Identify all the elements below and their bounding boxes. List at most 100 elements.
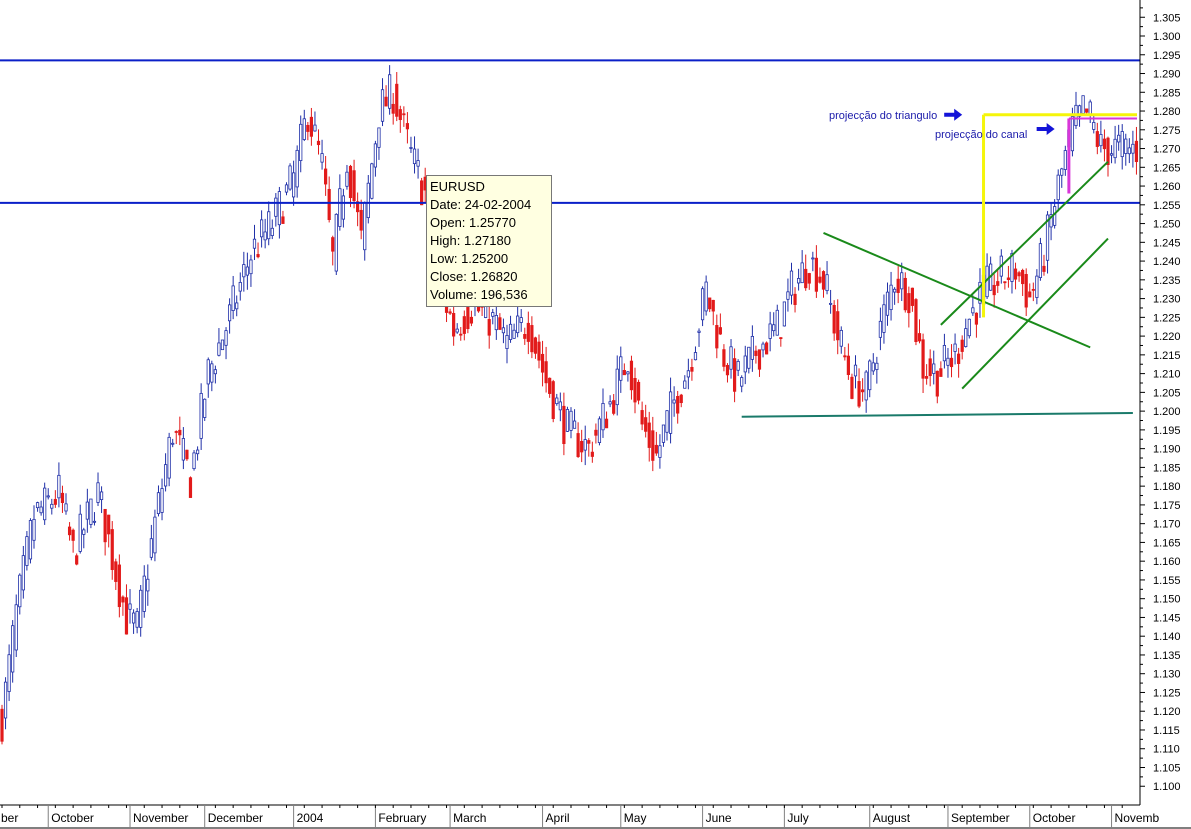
candle-body [871,362,875,372]
candle-body [213,369,217,375]
candle-body [807,273,811,284]
y-tick-label: 1.165 [1153,537,1181,549]
candle-body [256,254,260,258]
candle-body [313,124,317,132]
candle-body [626,371,630,375]
y-tick-label: 1.280 [1153,106,1181,118]
candle-body [174,431,178,433]
candle-body [1109,153,1114,156]
candle-body [775,309,779,336]
candle-body [615,368,619,406]
candle-body [227,304,232,322]
candle-body [555,397,559,405]
candle-body [612,400,616,414]
candle-body [661,424,666,443]
candle-body [195,449,200,455]
candle-body [608,401,612,405]
trend-line [823,232,1091,349]
candle-body [1113,138,1117,159]
candle-body [736,360,740,371]
candle-body [416,160,420,167]
candle-body [295,149,299,188]
candle-body [818,276,822,283]
candle-body [377,127,381,148]
candle-body [939,368,943,377]
candle-body [672,399,676,404]
candle-body [953,343,957,352]
price-chart[interactable]: projecção do triangulo projecção do canal… [0,0,1191,829]
x-tick-label: ber [1,811,18,825]
candle-body [46,495,50,498]
candle-body [757,349,762,370]
candle-body [1106,137,1110,165]
candle-body [348,165,353,199]
candle-body [1006,277,1011,281]
candle-body [772,324,776,332]
candle-body [523,334,527,339]
candle-body [1124,138,1128,154]
candle-body [590,451,594,457]
candle-body [1070,116,1075,152]
candle-body [1127,147,1131,155]
y-tick-label: 1.190 [1153,444,1181,456]
y-tick-label: 1.130 [1153,669,1181,681]
tooltip-symbol: EURUSD [430,179,485,194]
x-tick-label: August [873,811,911,825]
candle-body [594,429,598,436]
candle-body [516,315,520,334]
candle-body [629,360,634,391]
candle-body [903,277,907,311]
candle-body [864,371,868,401]
candle-body [647,422,651,448]
candle-body [156,492,161,515]
x-tick-label: September [951,811,1010,825]
candle-body [537,341,541,361]
candle-body [764,342,769,355]
candle-body [92,520,97,523]
candle-body [224,330,228,346]
candle-body [324,168,328,185]
candle-body [711,299,715,312]
y-tick-label: 1.260 [1153,181,1181,193]
candle-body [110,529,114,570]
candle-body [245,266,249,276]
y-tick-label: 1.185 [1153,462,1181,474]
candle-body [131,612,136,624]
candle-body [462,316,466,334]
candle-body [352,170,356,202]
y-tick-label: 1.180 [1153,481,1181,493]
projections: projecção do triangulo projecção do canal [829,108,1137,318]
candle-body [932,363,936,374]
candle-body [761,343,765,351]
candle-body [380,89,385,122]
candle-body [686,370,690,378]
candle-body [601,403,605,431]
y-tick-label: 1.295 [1153,50,1181,62]
candle-body [786,291,790,300]
candle-body [704,281,708,312]
candle-body [238,282,242,292]
candle-body [868,360,872,391]
y-tick-label: 1.140 [1153,631,1181,643]
candle-body [252,238,257,249]
y-tick-label: 1.170 [1153,519,1181,531]
candle-body [0,708,4,742]
candle-body [391,103,395,114]
x-tick-label: February [378,811,426,825]
candle-body [1134,140,1139,163]
candle-body [1099,134,1103,147]
candle-body [288,165,292,190]
tooltip-low: Low: 1.25200 [430,251,509,266]
candle-body [804,268,808,289]
y-tick-label: 1.105 [1153,762,1181,774]
y-tick-label: 1.135 [1153,650,1181,662]
candle-body [1095,131,1099,147]
candle-body [725,364,730,376]
support-line [741,412,1133,418]
candle-body [466,307,470,330]
x-tick-label: November [133,811,188,825]
candle-body [508,323,513,340]
candle-body [274,197,278,217]
x-tick-label: June [706,811,732,825]
candle-body [558,401,562,411]
